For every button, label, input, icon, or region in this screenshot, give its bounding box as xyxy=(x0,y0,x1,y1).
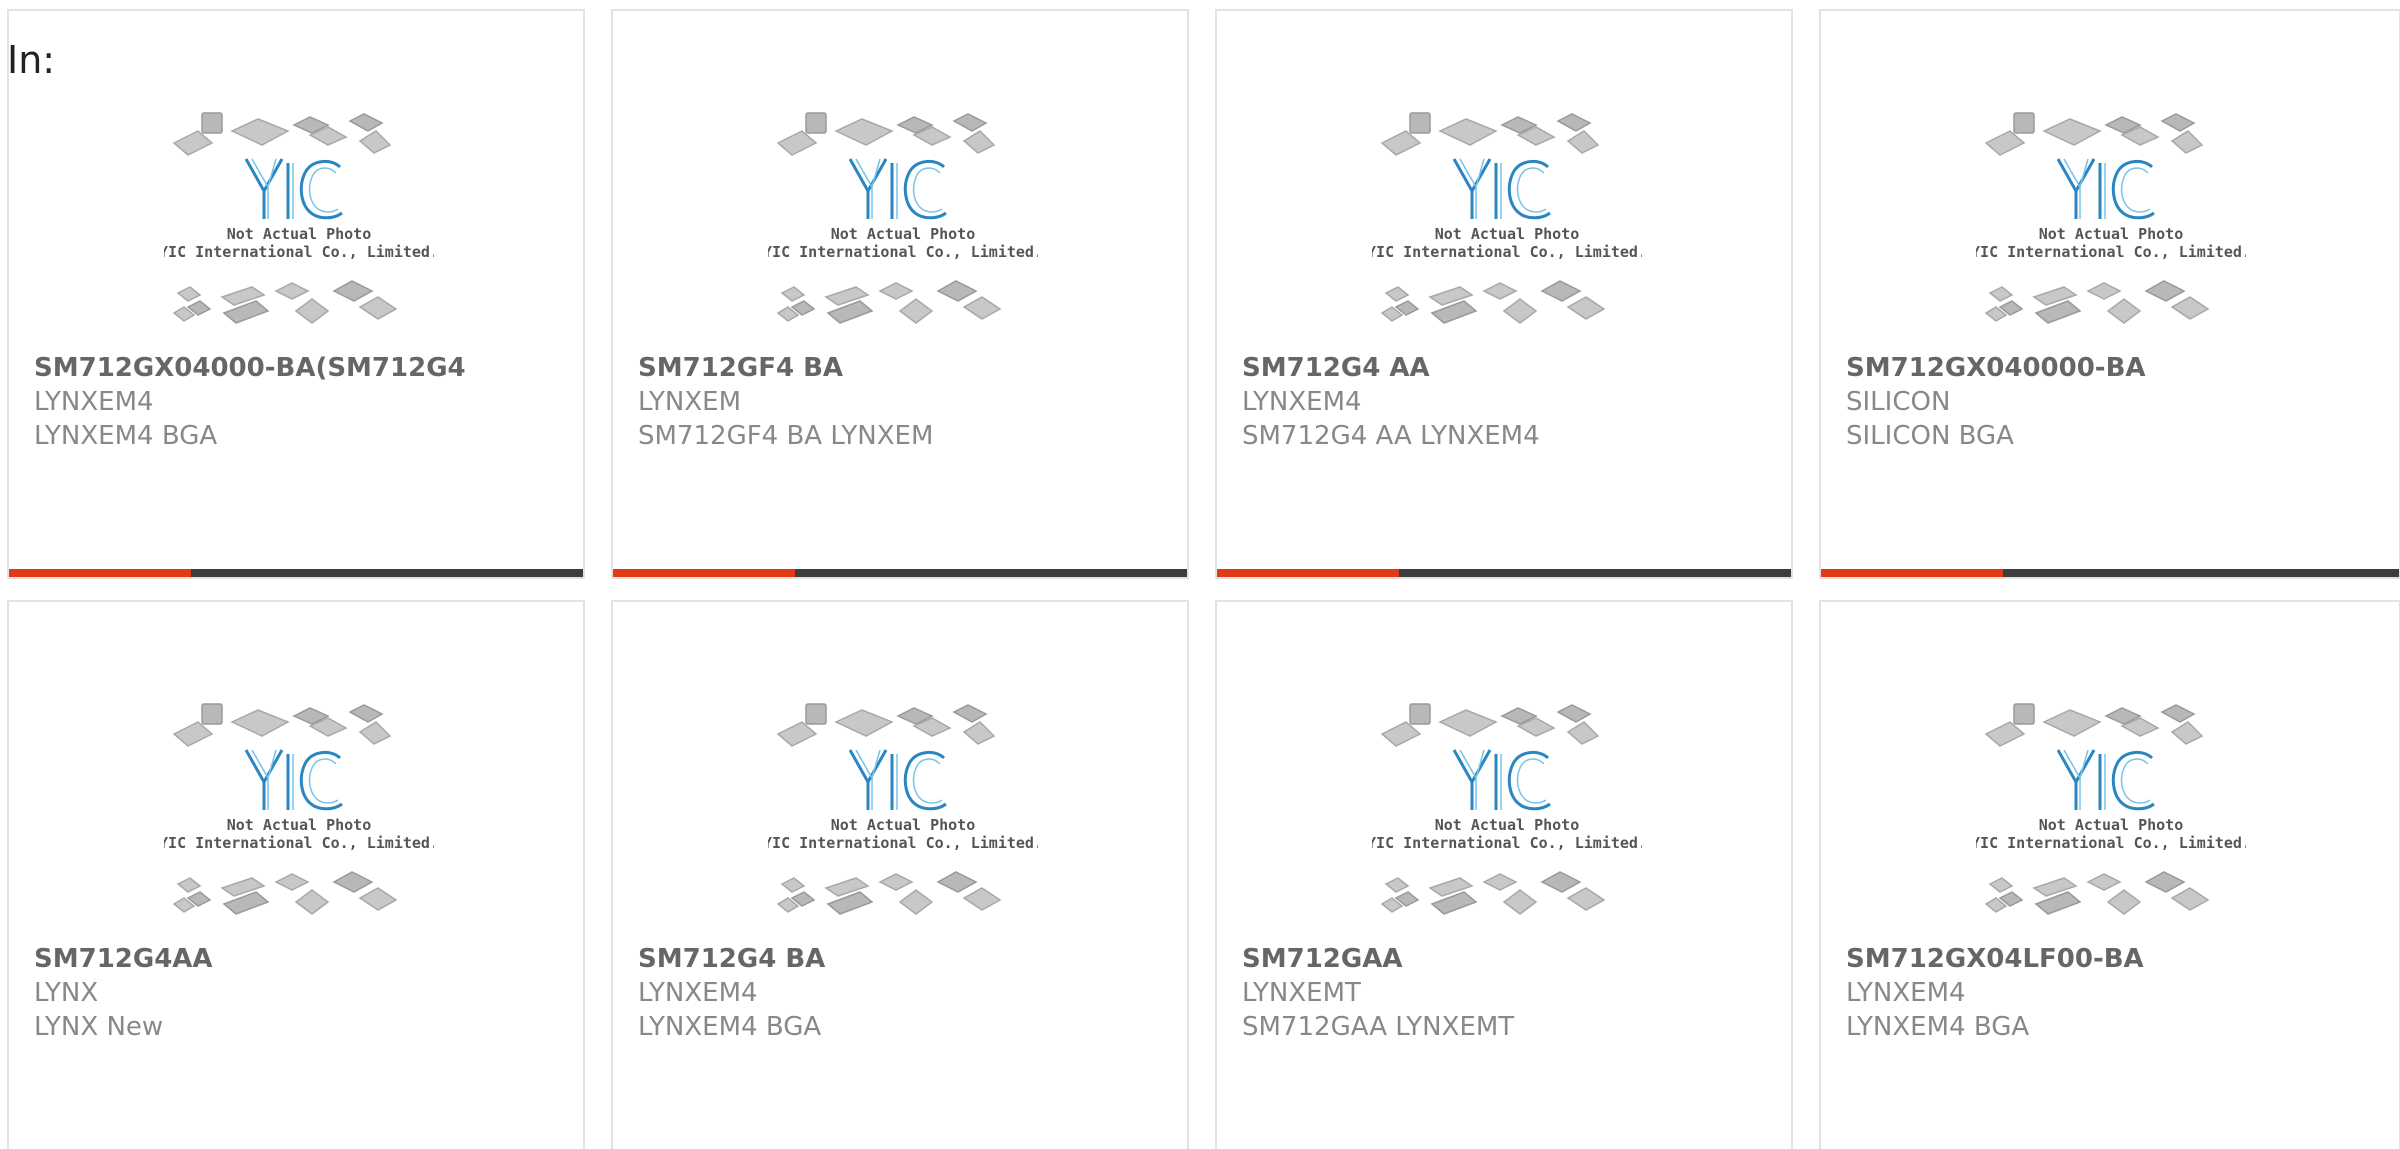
product-part-number[interactable]: SM712GX04LF00-BA xyxy=(1846,944,2144,974)
chip-icon xyxy=(776,280,1002,324)
placeholder-line2: YIC International Co., Limited. xyxy=(164,834,434,852)
chip-icon xyxy=(172,280,398,324)
card-accent-bar xyxy=(9,569,191,577)
product-description: LYNXEM4 BGA xyxy=(34,421,218,451)
product-card[interactable]: Not Actual Photo YIC International Co., … xyxy=(611,9,1189,579)
chip-icon xyxy=(1380,871,1606,915)
product-brand: LYNX xyxy=(34,978,99,1008)
card-bottom-bar xyxy=(613,569,1187,577)
yic-logo-icon xyxy=(848,749,947,811)
chip-icon xyxy=(1380,280,1606,324)
product-card[interactable]: Not Actual Photo YIC International Co., … xyxy=(1215,600,1793,1149)
card-bottom-bar xyxy=(1821,569,2399,577)
chip-icon xyxy=(1984,703,2204,747)
product-card[interactable]: Not Actual Photo YIC International Co., … xyxy=(1819,600,2400,1149)
yic-logo-icon xyxy=(1452,158,1551,220)
product-grid: Not Actual Photo YIC International Co., … xyxy=(7,9,2400,1149)
placeholder-line1: Not Actual Photo xyxy=(2039,816,2184,834)
card-bottom-bar xyxy=(9,569,583,577)
placeholder-line2: YIC International Co., Limited. xyxy=(164,243,434,261)
placeholder-line1: Not Actual Photo xyxy=(831,816,976,834)
product-description: SM712GF4 BA LYNXEM xyxy=(638,421,934,451)
product-card[interactable]: Not Actual Photo YIC International Co., … xyxy=(1215,9,1793,579)
chip-icon xyxy=(776,112,996,156)
product-card[interactable]: Not Actual Photo YIC International Co., … xyxy=(7,600,585,1149)
product-brand: LYNXEM4 xyxy=(1846,978,1966,1008)
product-part-number[interactable]: SM712G4 AA xyxy=(1242,353,1430,383)
chip-icon xyxy=(172,871,398,915)
product-description: LYNXEM4 BGA xyxy=(1846,1012,2030,1042)
card-accent-bar xyxy=(1821,569,2003,577)
card-accent-bar xyxy=(613,569,795,577)
product-brand: LYNXEM4 xyxy=(34,387,154,417)
chip-icon xyxy=(172,112,392,156)
placeholder-line2: YIC International Co., Limited. xyxy=(1976,834,2246,852)
product-part-number[interactable]: SM712GF4 BA xyxy=(638,353,843,383)
chip-icon xyxy=(776,871,1002,915)
placeholder-line1: Not Actual Photo xyxy=(227,816,372,834)
product-part-number[interactable]: SM712GX040000-BA xyxy=(1846,353,2146,383)
yic-logo-icon xyxy=(2056,158,2155,220)
product-part-number[interactable]: SM712GX04000-BA(SM712G4 xyxy=(34,353,466,383)
product-description: LYNX New xyxy=(34,1012,164,1042)
yic-logo-icon xyxy=(244,749,343,811)
placeholder-line1: Not Actual Photo xyxy=(2039,225,2184,243)
product-card[interactable]: Not Actual Photo YIC International Co., … xyxy=(611,600,1189,1149)
product-thumbnail: Not Actual Photo YIC International Co., … xyxy=(1971,101,2251,351)
product-description: SILICON BGA xyxy=(1846,421,2014,451)
placeholder-line1: Not Actual Photo xyxy=(227,225,372,243)
product-description: SM712G4 AA LYNXEM4 xyxy=(1242,421,1540,451)
placeholder-line1: Not Actual Photo xyxy=(1435,816,1580,834)
product-brand: LYNXEM4 xyxy=(1242,387,1362,417)
product-brand: LYNXEMT xyxy=(1242,978,1361,1008)
product-part-number[interactable]: SM712G4 BA xyxy=(638,944,825,974)
placeholder-line2: YIC International Co., Limited. xyxy=(1372,834,1642,852)
product-description: LYNXEM4 BGA xyxy=(638,1012,822,1042)
product-description: SM712GAA LYNXEMT xyxy=(1242,1012,1515,1042)
chip-icon xyxy=(1380,703,1600,747)
placeholder-line1: Not Actual Photo xyxy=(1435,225,1580,243)
placeholder-line2: YIC International Co., Limited. xyxy=(1976,243,2246,261)
product-part-number[interactable]: SM712G4AA xyxy=(34,944,213,974)
product-grid-page: In: Not Actual Photo YIC International C… xyxy=(0,0,2400,1149)
product-thumbnail: Not Actual Photo YIC International Co., … xyxy=(1367,101,1647,351)
product-card[interactable]: Not Actual Photo YIC International Co., … xyxy=(7,9,585,579)
product-thumbnail: Not Actual Photo YIC International Co., … xyxy=(159,101,439,351)
placeholder-line2: YIC International Co., Limited. xyxy=(768,834,1038,852)
card-accent-bar xyxy=(1217,569,1399,577)
card-bottom-bar xyxy=(1217,569,1791,577)
product-thumbnail: Not Actual Photo YIC International Co., … xyxy=(159,692,439,942)
chip-icon xyxy=(172,703,392,747)
yic-logo-icon xyxy=(1452,749,1551,811)
placeholder-line1: Not Actual Photo xyxy=(831,225,976,243)
in-label: In: xyxy=(7,38,56,82)
product-thumbnail: Not Actual Photo YIC International Co., … xyxy=(763,692,1043,942)
product-part-number[interactable]: SM712GAA xyxy=(1242,944,1402,974)
product-brand: SILICON xyxy=(1846,387,1951,417)
chip-icon xyxy=(776,703,996,747)
product-thumbnail: Not Actual Photo YIC International Co., … xyxy=(1971,692,2251,942)
chip-icon xyxy=(1984,112,2204,156)
yic-logo-icon xyxy=(244,158,343,220)
chip-icon xyxy=(1984,280,2210,324)
product-card[interactable]: Not Actual Photo YIC International Co., … xyxy=(1819,9,2400,579)
chip-icon xyxy=(1984,871,2210,915)
product-thumbnail: Not Actual Photo YIC International Co., … xyxy=(1367,692,1647,942)
chip-icon xyxy=(1380,112,1600,156)
product-brand: LYNXEM4 xyxy=(638,978,758,1008)
placeholder-line2: YIC International Co., Limited. xyxy=(768,243,1038,261)
yic-logo-icon xyxy=(848,158,947,220)
placeholder-line2: YIC International Co., Limited. xyxy=(1372,243,1642,261)
yic-logo-icon xyxy=(2056,749,2155,811)
product-thumbnail: Not Actual Photo YIC International Co., … xyxy=(763,101,1043,351)
product-brand: LYNXEM xyxy=(638,387,742,417)
